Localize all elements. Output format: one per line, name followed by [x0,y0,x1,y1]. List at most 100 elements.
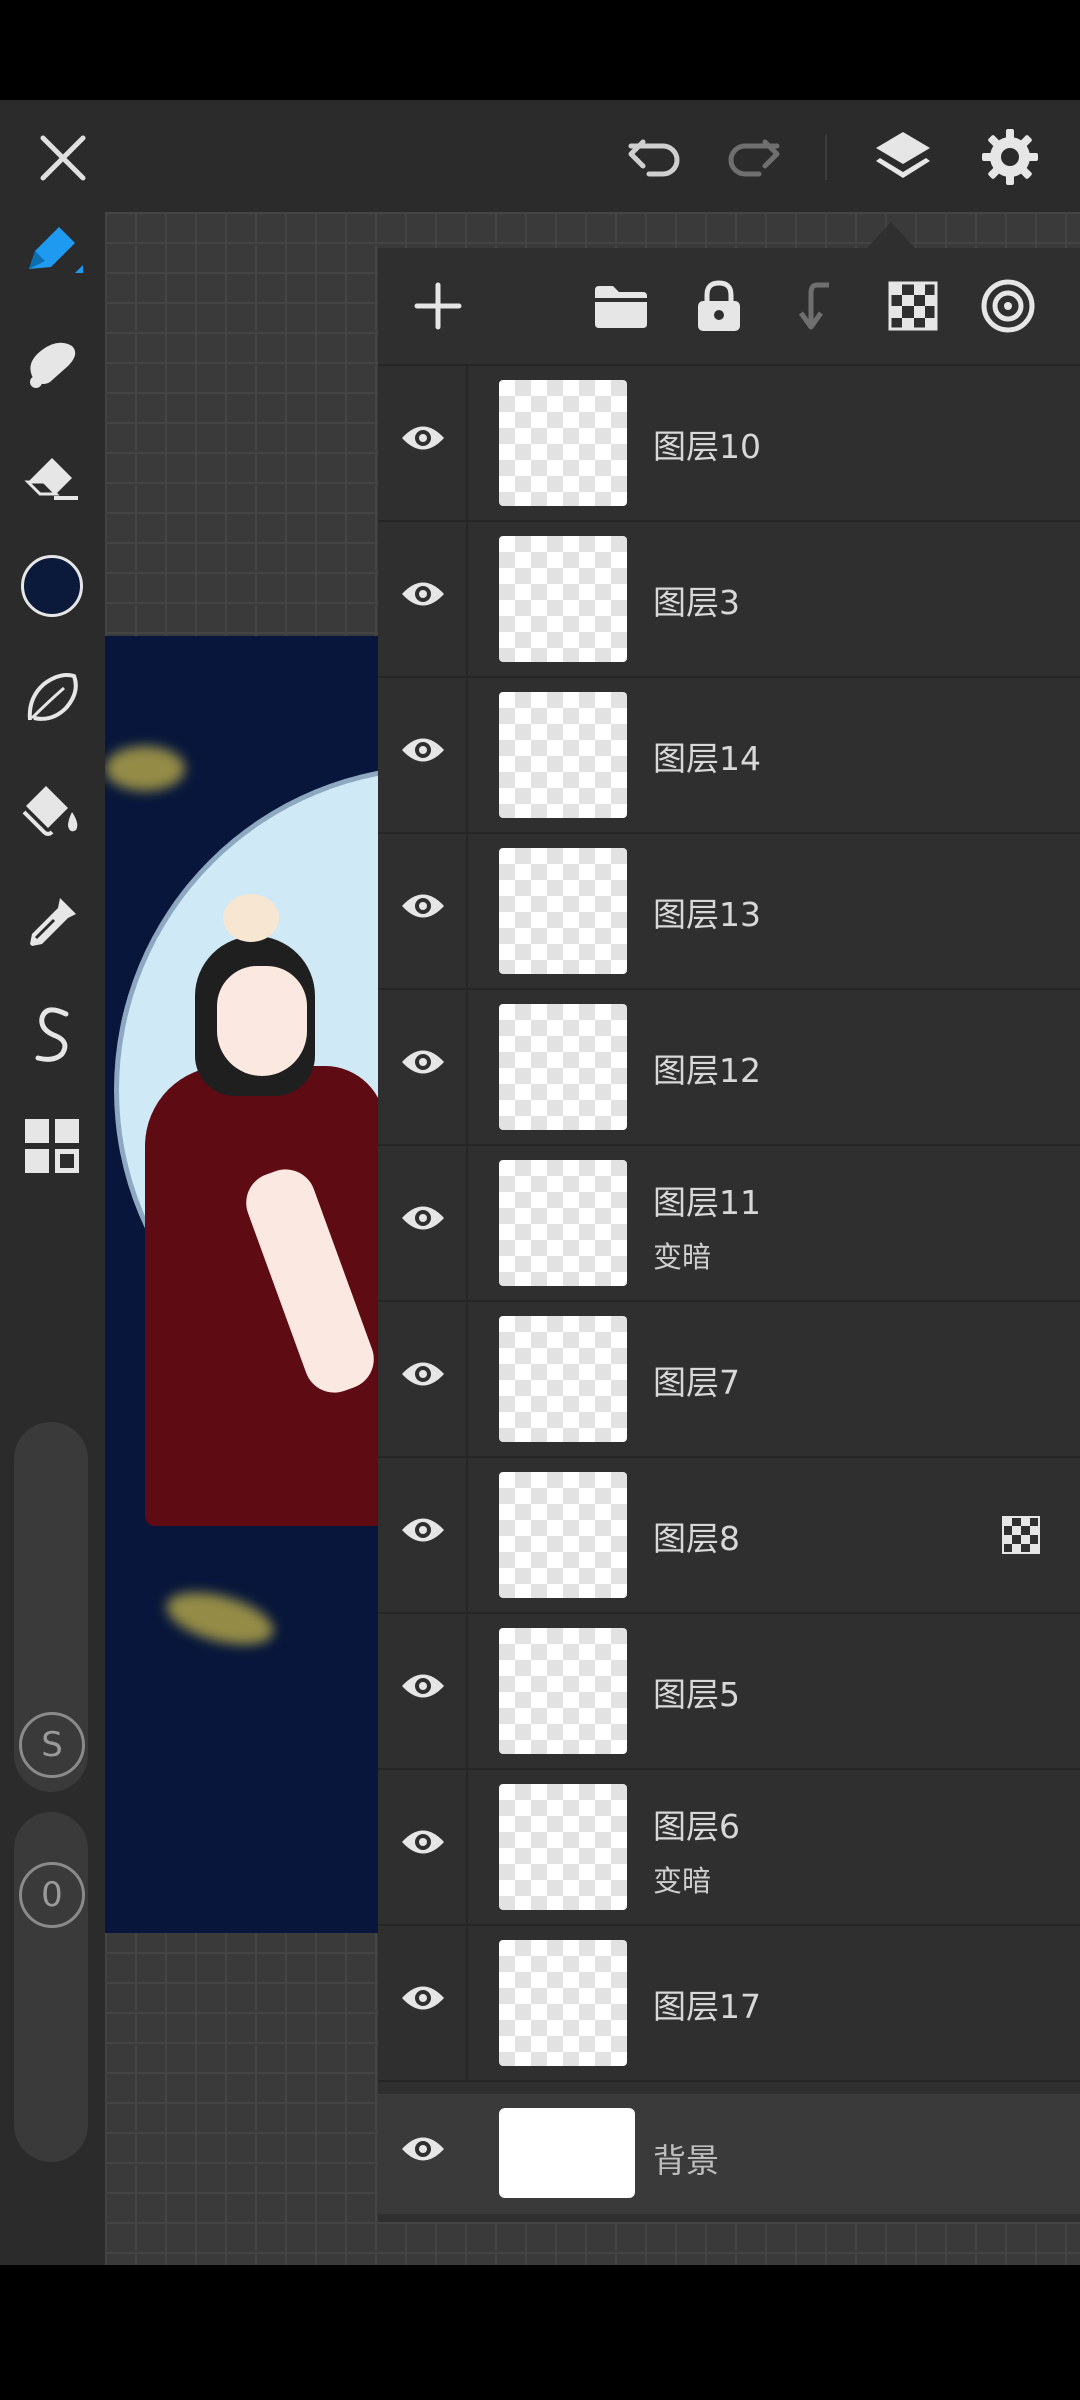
layer-thumbnail[interactable] [499,1472,627,1598]
redo-icon [728,139,780,177]
layers-toolbar [378,248,1080,366]
layers-icon [876,132,930,178]
layer-row[interactable]: 图层7 [378,1302,1080,1458]
layer-name: 图层5 [653,1675,740,1714]
status-bar [0,0,1080,100]
visibility-toggle[interactable] [400,1513,446,1551]
visibility-toggle[interactable] [400,1357,446,1395]
layer-row[interactable]: 图层5 [378,1614,1080,1770]
visibility-toggle[interactable] [400,2132,446,2170]
layer-thumbnail[interactable] [499,1160,627,1286]
layer-thumbnail[interactable] [499,2108,635,2198]
layer-thumbnail[interactable] [499,848,627,974]
visibility-column [378,678,468,832]
visibility-column [378,834,468,988]
lock-icon [698,280,740,331]
opacity-slider[interactable]: 0 [14,1812,88,2162]
visibility-column [378,1146,468,1300]
color-picker[interactable] [14,548,90,624]
lasso-icon [27,673,78,721]
layer-thumbnail[interactable] [499,1316,627,1442]
layer-row[interactable]: 图层8 [378,1458,1080,1614]
transparency-lock-button[interactable] [883,276,943,336]
lock-layer-button[interactable] [689,276,749,336]
color-swatch [21,555,83,617]
eye-icon [402,1206,444,1230]
brush-size-slider[interactable]: S [14,1422,88,1792]
checker-icon [888,281,938,331]
visibility-toggle[interactable] [400,1825,446,1863]
drawing-app: S 0 图层10 图层3 图层14 图层13 图层12 图层11 变暗 图层7 … [0,100,1080,2265]
add-layer-button[interactable] [408,276,468,336]
leaf-blob [105,746,185,791]
visibility-toggle[interactable] [400,1201,446,1239]
layer-row[interactable]: 图层10 [378,366,1080,522]
visibility-toggle[interactable] [400,1981,446,2019]
grid-icon [25,1119,79,1173]
layer-thumbnail[interactable] [499,1940,627,2066]
fill-tool[interactable] [14,772,90,848]
visibility-toggle[interactable] [400,733,446,771]
gear-icon [982,129,1038,185]
settings-button[interactable] [975,122,1045,192]
alpha-lock-indicator[interactable] [1002,1516,1040,1558]
bunny-figure [223,894,279,942]
blend-icon [981,279,1035,333]
layer-blend-mode: 变暗 [653,1240,712,1274]
layer-row[interactable]: 图层11 变暗 [378,1146,1080,1302]
visibility-toggle[interactable] [400,1669,446,1707]
redo-button[interactable] [718,126,788,188]
close-button[interactable] [30,125,96,191]
tool-sidebar: S 0 [0,212,105,2265]
visibility-toggle[interactable] [400,577,446,615]
eye-icon [402,2137,444,2161]
merge-down-button[interactable] [786,276,846,336]
eraser-tool[interactable] [14,436,90,512]
eye-icon [402,1518,444,1542]
undo-button[interactable] [620,126,690,188]
layer-thumbnail[interactable] [499,1628,627,1754]
layer-thumbnail[interactable] [499,692,627,818]
pen-tool[interactable] [14,212,90,288]
eyedropper-tool[interactable] [14,884,90,960]
folder-icon [595,286,647,328]
layer-row[interactable]: 图层12 [378,990,1080,1146]
layer-row[interactable]: 图层6 变暗 [378,1770,1080,1926]
visibility-toggle[interactable] [400,889,446,927]
visibility-toggle[interactable] [400,421,446,459]
layer-row[interactable]: 图层3 [378,522,1080,678]
layer-thumbnail[interactable] [499,536,627,662]
opacity-slider-knob[interactable]: 0 [19,1862,85,1928]
layer-row[interactable]: 图层17 [378,1926,1080,2082]
layer-thumbnail[interactable] [499,1784,627,1910]
blend-mode-button[interactable] [978,276,1038,336]
more-tools[interactable] [14,1108,90,1184]
curve-tool[interactable] [14,996,90,1072]
artwork[interactable] [105,636,405,1933]
top-toolbar [0,100,1080,212]
layer-thumbnail[interactable] [499,380,627,506]
background-layer-row[interactable]: 背景 [378,2094,1080,2214]
layer-name: 图层17 [653,1987,761,2026]
eye-icon [402,1050,444,1074]
layer-row[interactable]: 图层13 [378,834,1080,990]
visibility-column [378,522,468,676]
eye-icon [402,426,444,450]
size-slider-knob[interactable]: S [19,1712,85,1778]
visibility-column [378,2094,466,2214]
eraser-icon [24,458,78,500]
layer-row[interactable]: 图层14 [378,678,1080,834]
layer-name: 图层6 [653,1807,740,1846]
new-folder-button[interactable] [591,276,651,336]
layer-thumbnail[interactable] [499,1004,627,1130]
toolbar-divider [825,135,827,180]
eye-icon [402,738,444,762]
lasso-tool[interactable] [14,660,90,736]
smudge-tool[interactable] [14,324,90,400]
pen-icon [29,227,83,273]
layers-button[interactable] [868,122,938,192]
layer-name: 图层11 [653,1183,761,1222]
layer-name: 图层10 [653,427,761,466]
eye-icon [402,582,444,606]
visibility-toggle[interactable] [400,1045,446,1083]
